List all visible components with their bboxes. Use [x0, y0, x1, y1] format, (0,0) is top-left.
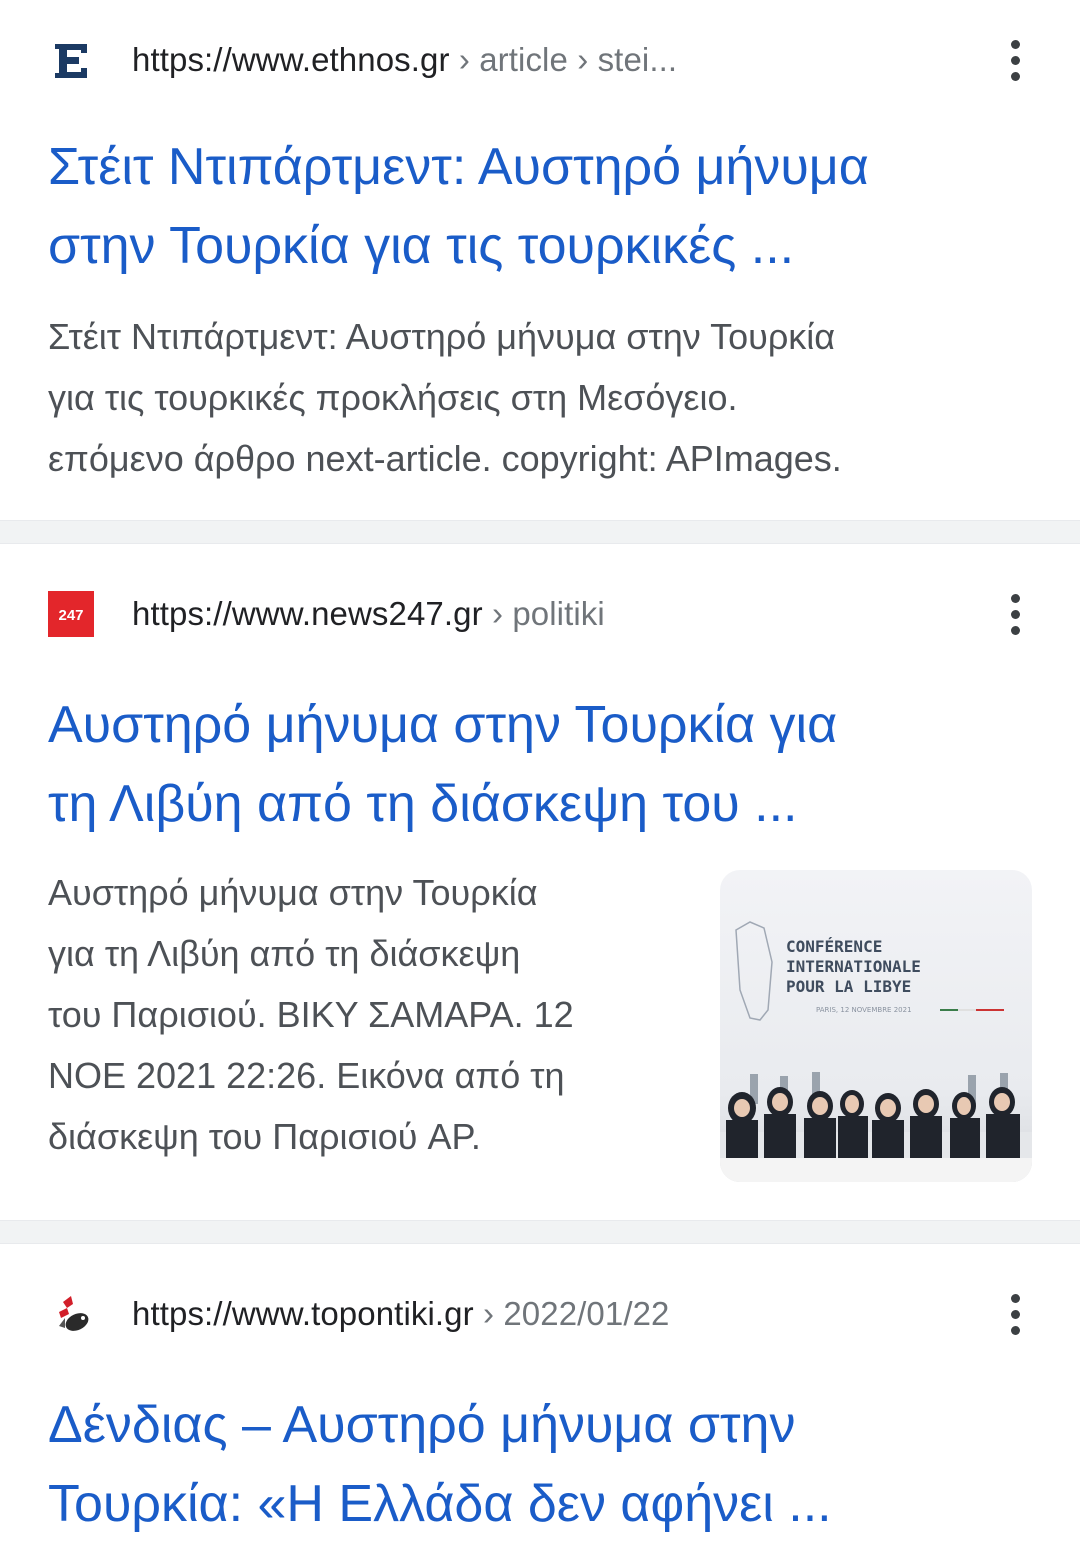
result-url: https://www.topontiki.gr › 2022/01/22 — [132, 1295, 670, 1333]
site-info[interactable]: 247 https://www.news247.gr › politiki — [0, 584, 1080, 644]
result-title-link[interactable]: Στέιτ Ντιπάρτμεντ: Αυστηρό μήνυμα στην Τ… — [48, 128, 1032, 286]
result-url: https://www.ethnos.gr › article › stei..… — [132, 41, 677, 79]
snippet-line: επόμενο άρθρο next-article. copyright: A… — [48, 438, 842, 479]
title-line: τη Λιβύη από τη διάσκεψη του ... — [48, 775, 798, 833]
url-domain: https://www.news247.gr — [132, 595, 483, 632]
search-result: 247 https://www.news247.gr › politiki Αυ… — [0, 544, 1080, 1220]
title-line: Δένδιας – Αυστηρό μήνυμα στην — [48, 1396, 796, 1454]
title-line: Στέιτ Ντιπάρτμεντ: Αυστηρό μήνυμα — [48, 138, 869, 196]
topontiki-logo-icon — [48, 1291, 94, 1337]
title-line: Τουρκία: «Η Ελλάδα δεν αφήνει ... — [48, 1475, 832, 1533]
more-options-icon[interactable] — [1000, 30, 1030, 90]
result-separator — [0, 1220, 1080, 1244]
ethnos-logo-icon — [48, 37, 94, 83]
svg-text:POUR LA LIBYE: POUR LA LIBYE — [786, 977, 911, 996]
result-title-link[interactable]: Δένδιας – Αυστηρό μήνυμα στην Τουρκία: «… — [48, 1386, 1032, 1544]
snippet-line: του Παρισιού. ΒΙΚΥ ΣΑΜΑΡΑ. 12 — [48, 994, 574, 1035]
snippet-line: ΝΟΕ 2021 22:26. Εικόνα από τη — [48, 1055, 565, 1096]
url-breadcrumb: › article › stei... — [449, 41, 678, 78]
more-options-icon[interactable] — [1000, 584, 1030, 644]
snippet-line: για τις τουρκικές προκλήσεις στη Μεσόγει… — [48, 377, 738, 418]
result-url: https://www.news247.gr › politiki — [132, 595, 605, 633]
url-breadcrumb: › politiki — [482, 595, 605, 632]
result-snippet: Στέιτ Ντιπάρτμεντ: Αυστηρό μήνυμα στην Τ… — [48, 306, 1032, 489]
url-breadcrumb: › 2022/01/22 — [473, 1295, 670, 1332]
url-domain: https://www.ethnos.gr — [132, 41, 450, 78]
snippet-line: για τη Λιβύη από τη διάσκεψη — [48, 933, 521, 974]
title-line: στην Τουρκία για τις τουρκικές ... — [48, 217, 795, 275]
url-domain: https://www.topontiki.gr — [132, 1295, 474, 1332]
result-snippet: Αυστηρό μήνυμα στην Τουρκία για τη Λιβύη… — [48, 862, 688, 1167]
svg-text:INTERNATIONALE: INTERNATIONALE — [786, 957, 921, 976]
news247-logo-icon: 247 — [48, 591, 94, 637]
svg-text:PARIS, 12 NOVEMBRE 2021: PARIS, 12 NOVEMBRE 2021 — [816, 1006, 912, 1014]
svg-text:CONFÉRENCE: CONFÉRENCE — [786, 937, 882, 956]
more-options-icon[interactable] — [1000, 1284, 1030, 1344]
result-thumbnail[interactable]: CONFÉRENCE INTERNATIONALE POUR LA LIBYE … — [720, 870, 1032, 1182]
snippet-line: Αυστηρό μήνυμα στην Τουρκία — [48, 872, 538, 913]
result-separator — [0, 520, 1080, 544]
svg-text:247: 247 — [58, 607, 83, 624]
result-title-link[interactable]: Αυστηρό μήνυμα στην Τουρκία για τη Λιβύη… — [48, 686, 1032, 844]
search-result: https://www.ethnos.gr › article › stei..… — [0, 0, 1080, 520]
search-result: https://www.topontiki.gr › 2022/01/22 Δέ… — [0, 1244, 1080, 1554]
site-info[interactable]: https://www.topontiki.gr › 2022/01/22 — [0, 1284, 1080, 1344]
title-line: Αυστηρό μήνυμα στην Τουρκία για — [48, 696, 838, 754]
snippet-line: Στέιτ Ντιπάρτμεντ: Αυστηρό μήνυμα στην Τ… — [48, 316, 836, 357]
site-info[interactable]: https://www.ethnos.gr › article › stei..… — [0, 30, 1080, 90]
snippet-line: διάσκεψη του Παρισιού AP. — [48, 1116, 481, 1157]
